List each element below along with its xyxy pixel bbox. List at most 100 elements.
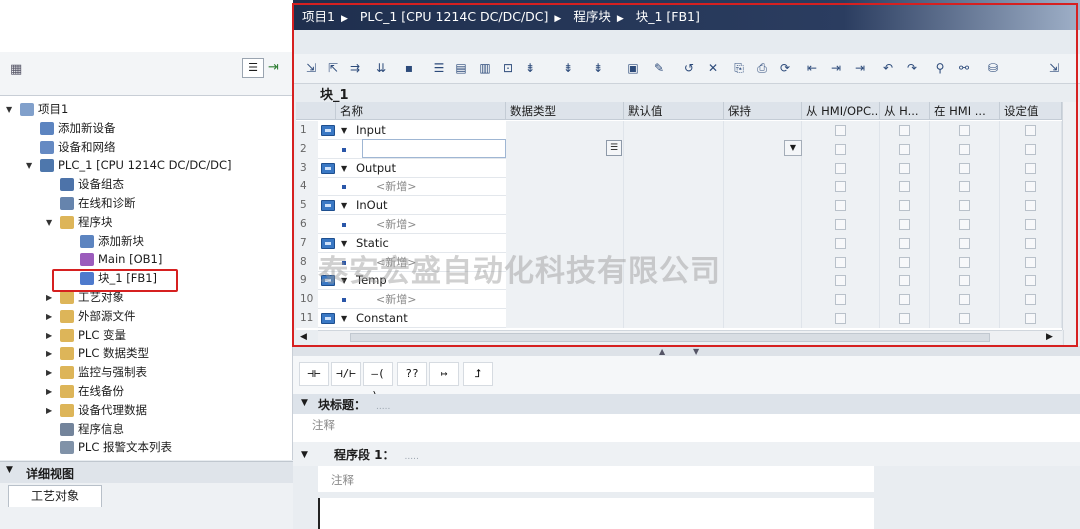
toolbar-tool-icon[interactable]: ⇤	[804, 61, 820, 76]
toolbar-tool-icon[interactable]: ↷	[904, 61, 920, 76]
tree-item[interactable]: ▼ 程序块	[0, 213, 276, 232]
toolbar-tool-icon[interactable]: ✕	[705, 61, 721, 76]
tree-item[interactable]: ▶ PLC 数据类型	[0, 344, 276, 363]
folder-icon	[60, 309, 74, 323]
tree-item[interactable]: Main [OB1]	[0, 250, 276, 269]
tree-item-label: 在线备份	[78, 384, 124, 398]
toolbar-tool-icon[interactable]: ⊡	[500, 61, 516, 76]
chevron-right-icon[interactable]: ▶	[46, 401, 56, 420]
tree-item-label: Main [OB1]	[98, 252, 163, 267]
tree-item-label: PLC 变量	[78, 327, 127, 342]
folder-icon	[60, 347, 74, 361]
empty-box-button[interactable]: ??	[397, 362, 427, 386]
tree-item[interactable]: 添加新块	[0, 232, 276, 251]
chevron-down-icon[interactable]: ▼	[6, 465, 13, 475]
tree-item[interactable]: 程序信息	[0, 420, 276, 439]
list-icon	[60, 441, 74, 455]
toolbar-tool-icon[interactable]: ▥	[477, 61, 493, 76]
folder-icon	[60, 403, 74, 417]
tree-item[interactable]: 在线和诊断	[0, 194, 276, 213]
toolbar-tool-icon[interactable]: ⇉	[347, 61, 363, 76]
folder-icon	[60, 385, 74, 398]
collapse-up-icon[interactable]: ▲	[659, 347, 665, 356]
chevron-right-icon[interactable]: ▶	[46, 363, 56, 382]
tree-item-label: PLC 报警文本列表	[78, 440, 173, 455]
open-branch-button[interactable]: ↦	[429, 362, 459, 386]
device-config-icon	[60, 178, 74, 192]
tree-view-icon[interactable]: ▦	[10, 62, 22, 77]
toolbar-tool-icon[interactable]: ⇊	[373, 61, 389, 76]
tree-item[interactable]: ▼ 项目1	[0, 100, 276, 119]
ladder-rung[interactable]	[318, 498, 874, 529]
toolbar-tool-icon[interactable]: ⇟	[590, 61, 606, 76]
toolbar-tool-icon[interactable]: ⇟	[522, 61, 538, 76]
chevron-down-icon[interactable]: ▼	[6, 100, 16, 119]
tab-technology-objects[interactable]: 工艺对象	[8, 485, 102, 507]
chevron-right-icon[interactable]: ▶	[46, 307, 56, 326]
chevron-down-icon[interactable]: ▼	[301, 450, 308, 460]
block-comment-area[interactable]	[293, 414, 1080, 442]
tree-item-label: 添加新块	[98, 233, 144, 248]
tree-item[interactable]: ▶ 监控与强制表	[0, 363, 276, 382]
block-header-title: 块标题：.....	[318, 398, 391, 412]
toolbar-tool-icon[interactable]: ↺	[681, 61, 697, 76]
toolbar-tool-icon[interactable]: ☰	[431, 61, 447, 76]
tree-item[interactable]: ▶ 设备代理数据	[0, 401, 276, 420]
contact-nc-button[interactable]: ⊣/⊢	[331, 362, 361, 386]
tree-item-label: 设备组态	[78, 177, 124, 192]
toolbar-tool-icon[interactable]: ⎘	[731, 61, 747, 76]
folder-icon	[60, 328, 74, 342]
toolbar-tool-icon[interactable]: ⇥	[852, 61, 868, 76]
toolbar-tool-icon[interactable]: ⟳	[777, 61, 793, 76]
tree-item[interactable]: 设备组态	[0, 175, 276, 194]
overview-icon[interactable]: ☰	[242, 58, 264, 78]
toolbar-tool-icon[interactable]: ⇱	[325, 61, 341, 76]
interface-highlight-frame	[292, 3, 1078, 347]
network-icon	[40, 140, 54, 154]
chevron-right-icon[interactable]: ▶	[46, 344, 56, 363]
block-comment[interactable]: 注释	[312, 417, 335, 433]
toolbar-tool-icon[interactable]: ⛁	[985, 61, 1001, 76]
chevron-right-icon[interactable]: ▶	[46, 326, 56, 345]
chevron-down-icon[interactable]: ▼	[301, 398, 308, 408]
tree-item[interactable]: ▶ 在线备份	[0, 382, 276, 401]
network-comment-area[interactable]	[318, 466, 874, 492]
toolbar-tool-icon[interactable]: ▣	[625, 61, 641, 76]
detail-view-header[interactable]: ▼ 详细视图	[0, 461, 293, 483]
add-block-icon	[80, 234, 94, 248]
tree-item-label: PLC 数据类型	[78, 346, 150, 361]
contact-no-button[interactable]: ⊣⊢	[299, 362, 329, 386]
coil-button[interactable]: –( )–	[363, 362, 393, 402]
close-branch-button[interactable]: ⮥	[463, 362, 493, 386]
tree-item[interactable]: ▼ PLC_1 [CPU 1214C DC/DC/DC]	[0, 156, 276, 175]
chevron-down-icon[interactable]: ▼	[46, 213, 56, 232]
toolbar-tool-icon[interactable]: ⚯	[956, 61, 972, 76]
toolbar-tool-icon[interactable]: ↶	[880, 61, 896, 76]
tree-item[interactable]: PLC 报警文本列表	[0, 438, 276, 457]
tree-item[interactable]: 设备和网络	[0, 138, 276, 157]
tree-selection-highlight	[52, 269, 178, 292]
toolbar-tool-icon[interactable]: ▪	[401, 61, 417, 76]
folder-icon	[60, 366, 74, 380]
toolbar-tool-icon[interactable]: ⇟	[560, 61, 576, 76]
toolbar-tool-icon[interactable]: ⎙	[754, 61, 770, 76]
toolbar-tool-icon[interactable]: ✎	[651, 61, 667, 76]
tree-item[interactable]: 添加新设备	[0, 119, 276, 138]
toolbar-tool-icon[interactable]: ⇲	[1046, 61, 1062, 76]
toolbar-tool-icon[interactable]: ⚲	[932, 61, 948, 76]
watermark: 泰安宏盛自动化科技有限公司	[318, 254, 721, 289]
tree-item-label: 程序信息	[78, 421, 124, 436]
tree-item[interactable]: ▶ PLC 变量	[0, 326, 276, 345]
toolbar-tool-icon[interactable]: ⇥	[828, 61, 844, 76]
block-header-label: 块标题：	[318, 398, 367, 412]
tree-item[interactable]: ▶ 外部源文件	[0, 307, 276, 326]
chevron-down-icon[interactable]: ▼	[26, 156, 36, 175]
chevron-right-icon[interactable]: ▶	[46, 382, 56, 401]
expand-down-icon[interactable]: ▼	[693, 347, 699, 356]
editor-splitter[interactable]: ▲ ▼	[293, 346, 1080, 356]
toolbar-tool-icon[interactable]: ▤	[453, 61, 469, 76]
toolbar-tool-icon[interactable]: ⇲	[303, 61, 319, 76]
tree-item-label: 在线和诊断	[78, 196, 136, 210]
network-comment[interactable]: 注释	[331, 472, 354, 488]
export-icon[interactable]: ⇥	[268, 60, 279, 75]
